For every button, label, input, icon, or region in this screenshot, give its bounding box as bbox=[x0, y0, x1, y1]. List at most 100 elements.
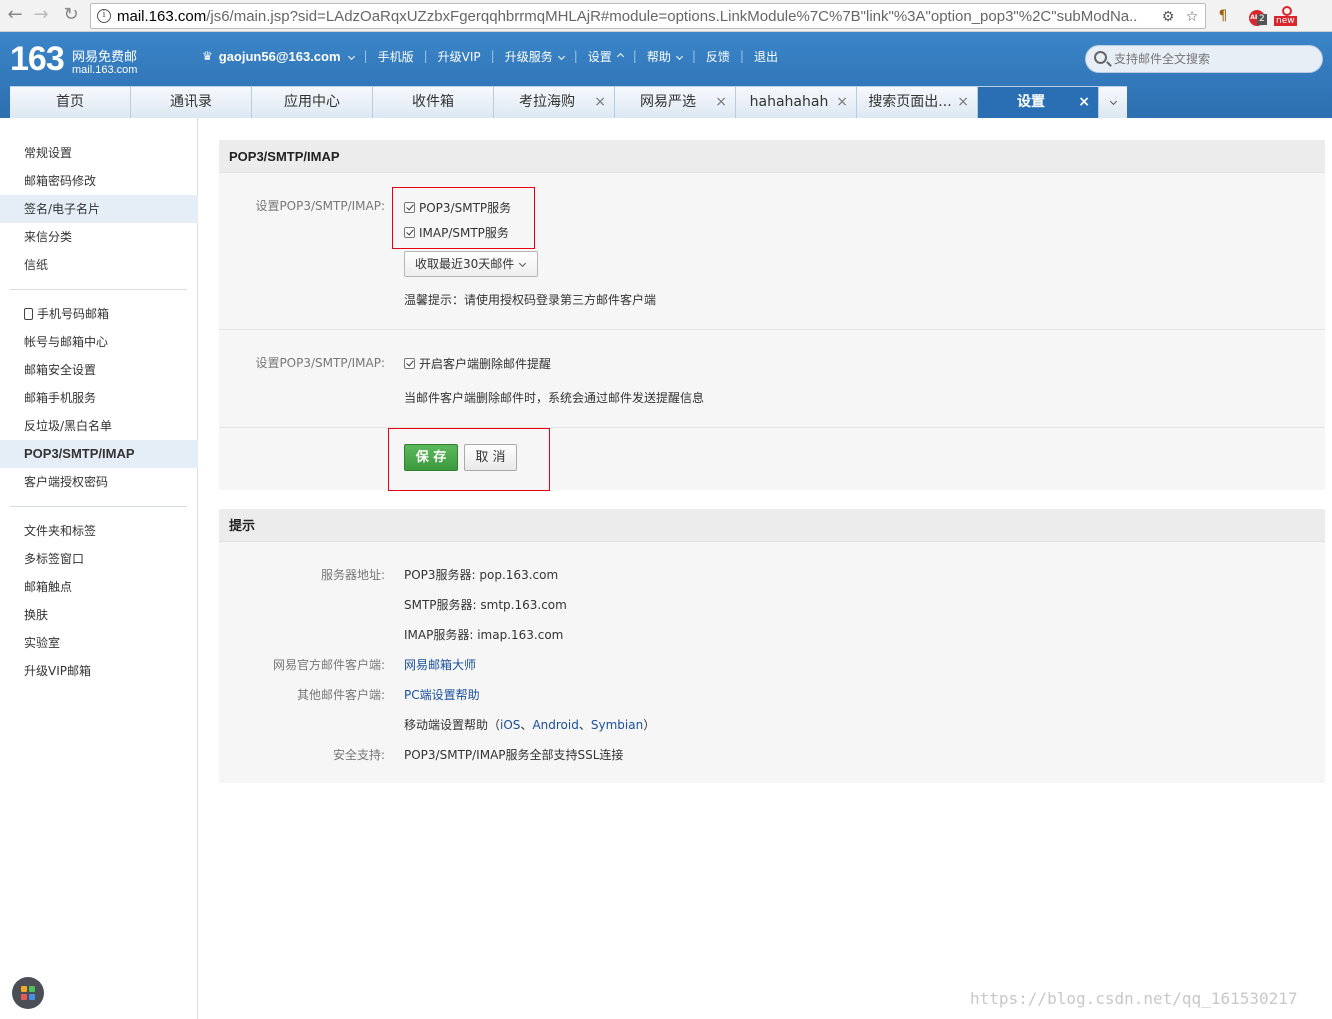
chevron-down-icon bbox=[1109, 97, 1117, 106]
settings-sidebar: 常规设置 邮箱密码修改 签名/电子名片 来信分类 信纸 手机号码邮箱 帐号与邮箱… bbox=[0, 118, 198, 1019]
sidebar-divider bbox=[10, 289, 187, 290]
pop3-server-value: POP3服务器: pop.163.com bbox=[404, 568, 559, 582]
logo-title: 网易免费邮 bbox=[72, 50, 138, 65]
symbian-link[interactable]: Symbian bbox=[591, 718, 643, 732]
chevron-down-icon bbox=[557, 52, 565, 60]
extension-blocked-icon[interactable]: ⚙ bbox=[1159, 8, 1177, 26]
pop3-setting-label-2: 设置POP3/SMTP/IMAP: bbox=[255, 356, 385, 370]
reload-icon[interactable]: ↻ bbox=[60, 4, 82, 26]
forward-icon[interactable]: → bbox=[30, 4, 52, 26]
watermark: https://blog.csdn.net/qq_161530217 bbox=[970, 989, 1298, 1008]
pop3-panel-title: POP3/SMTP/IMAP bbox=[219, 140, 1325, 173]
tab-contacts[interactable]: 通讯录 bbox=[131, 86, 252, 118]
close-icon[interactable]: × bbox=[594, 87, 606, 117]
official-client-label: 网易官方邮件客户端: bbox=[272, 658, 385, 672]
close-icon[interactable]: × bbox=[1078, 87, 1090, 117]
pc-setup-help-link[interactable]: PC端设置帮助 bbox=[404, 686, 480, 703]
delete-notify-option[interactable]: 开启客户端删除邮件提醒 bbox=[404, 355, 551, 372]
chevron-down-icon bbox=[347, 52, 355, 60]
nav-settings[interactable]: 设置 bbox=[588, 48, 612, 65]
logo-domain: mail.163.com bbox=[72, 64, 138, 76]
sidebar-item-password[interactable]: 邮箱密码修改 bbox=[0, 167, 198, 195]
sidebar-item-account-center[interactable]: 帐号与邮箱中心 bbox=[0, 328, 198, 356]
notification-extension-icon[interactable]: new bbox=[1274, 6, 1300, 26]
ios-link[interactable]: iOS bbox=[500, 718, 520, 732]
pop3-panel-body bbox=[219, 173, 1325, 490]
address-bar[interactable]: i mail.163.com/js6/main.jsp?sid=LAdzOaRq… bbox=[90, 3, 1206, 29]
close-icon[interactable]: × bbox=[957, 87, 969, 117]
tab-home[interactable]: 首页 bbox=[10, 86, 131, 118]
adblock-extension-icon[interactable]: ABP 2 bbox=[1245, 6, 1269, 26]
paragraph-extension-icon[interactable]: ¶ bbox=[1214, 6, 1232, 26]
search-input[interactable] bbox=[1112, 50, 1312, 68]
android-link[interactable]: Android bbox=[532, 718, 578, 732]
delete-notify-checkbox[interactable] bbox=[404, 358, 415, 369]
adblock-count-badge: 2 bbox=[1257, 14, 1267, 25]
highlight-box bbox=[388, 428, 550, 491]
sidebar-item-security[interactable]: 邮箱安全设置 bbox=[0, 356, 198, 384]
tab-app-center[interactable]: 应用中心 bbox=[252, 86, 373, 118]
chevron-down-icon bbox=[675, 52, 683, 60]
security-support-label: 安全支持: bbox=[332, 748, 385, 762]
phone-icon bbox=[24, 308, 33, 320]
search-icon bbox=[1094, 51, 1107, 64]
nav-help[interactable]: 帮助 bbox=[647, 48, 671, 65]
top-nav: ♛ gaojun56@163.com | 手机版 | 升级VIP | 升级服务 … bbox=[202, 48, 778, 64]
security-support-value: POP3/SMTP/IMAP服务全部支持SSL连接 bbox=[404, 748, 624, 762]
auth-code-tip: 温馨提示：请使用授权码登录第三方邮件客户端 bbox=[404, 293, 657, 307]
sidebar-divider bbox=[10, 506, 187, 507]
sidebar-item-multi-tab[interactable]: 多标签窗口 bbox=[0, 545, 198, 573]
app-grid-button[interactable] bbox=[12, 977, 44, 1009]
sidebar-item-general[interactable]: 常规设置 bbox=[0, 139, 198, 167]
official-client-link[interactable]: 网易邮箱大师 bbox=[404, 656, 476, 673]
close-icon[interactable]: × bbox=[836, 87, 848, 117]
sidebar-item-antispam[interactable]: 反垃圾/黑白名单 bbox=[0, 412, 198, 440]
sidebar-item-lab[interactable]: 实验室 bbox=[0, 629, 198, 657]
chevron-up-icon bbox=[616, 52, 624, 60]
sidebar-item-folders[interactable]: 文件夹和标签 bbox=[0, 517, 198, 545]
mail-search[interactable] bbox=[1085, 45, 1323, 73]
tab-kaola[interactable]: 考拉海购 × bbox=[494, 86, 615, 118]
sidebar-item-client-auth-code[interactable]: 客户端授权密码 bbox=[0, 468, 198, 496]
tab-search-result[interactable]: 搜索页面出... × bbox=[857, 86, 978, 118]
pop3-setting-label: 设置POP3/SMTP/IMAP: bbox=[255, 199, 385, 213]
nav-upgrade-service[interactable]: 升级服务 bbox=[505, 48, 553, 65]
sidebar-item-phone-mailbox[interactable]: 手机号码邮箱 bbox=[0, 300, 198, 328]
app-grid-icon-cell bbox=[29, 994, 35, 1000]
nav-upgrade-vip[interactable]: 升级VIP bbox=[438, 48, 481, 65]
sidebar-item-filters[interactable]: 来信分类 bbox=[0, 223, 198, 251]
chevron-down-icon bbox=[519, 259, 527, 268]
nav-mobile[interactable]: 手机版 bbox=[378, 48, 414, 65]
tab-yanxuan[interactable]: 网易严选 × bbox=[615, 86, 736, 118]
sidebar-item-stationery[interactable]: 信纸 bbox=[0, 251, 198, 279]
fetch-range-select[interactable]: 收取最近30天邮件 bbox=[404, 251, 538, 277]
url-text[interactable]: mail.163.com/js6/main.jsp?sid=LAdzOaRqxU… bbox=[117, 8, 1137, 25]
tab-more-button[interactable] bbox=[1099, 86, 1127, 118]
server-address-label: 服务器地址: bbox=[320, 568, 385, 582]
tab-hahahahah[interactable]: hahahahah × bbox=[736, 86, 857, 118]
other-client-label: 其他邮件客户端: bbox=[296, 688, 385, 702]
site-info-icon[interactable]: i bbox=[97, 9, 111, 23]
sidebar-item-signature[interactable]: 签名/电子名片 bbox=[0, 195, 198, 223]
back-icon[interactable]: ← bbox=[4, 4, 26, 26]
nav-logout[interactable]: 退出 bbox=[754, 48, 778, 65]
tab-bar: 首页 通讯录 应用中心 收件箱 考拉海购 × 网易严选 × hahahahah × 搜… bbox=[10, 86, 1127, 118]
close-icon[interactable]: × bbox=[715, 87, 727, 117]
sidebar-item-touchpoint[interactable]: 邮箱触点 bbox=[0, 573, 198, 601]
sidebar-item-pop3[interactable]: POP3/SMTP/IMAP bbox=[0, 440, 198, 468]
sidebar-item-mobile-service[interactable]: 邮箱手机服务 bbox=[0, 384, 198, 412]
bookmark-star-icon[interactable]: ☆ bbox=[1183, 8, 1201, 26]
logo-number: 163 bbox=[10, 40, 65, 78]
app-grid-icon-cell bbox=[29, 986, 35, 992]
row-divider bbox=[219, 329, 1325, 330]
sidebar-item-upgrade-vip[interactable]: 升级VIP邮箱 bbox=[0, 657, 198, 685]
user-account-menu[interactable]: gaojun56@163.com bbox=[219, 49, 341, 64]
tab-inbox[interactable]: 收件箱 bbox=[373, 86, 494, 118]
highlight-box bbox=[392, 187, 535, 249]
imap-server-value: IMAP服务器: imap.163.com bbox=[404, 628, 564, 642]
mobile-setup-help: 移动端设置帮助（iOS、Android、Symbian） bbox=[404, 718, 656, 732]
sidebar-item-skin[interactable]: 换肤 bbox=[0, 601, 198, 629]
tab-settings[interactable]: 设置 × bbox=[978, 86, 1099, 118]
smtp-server-value: SMTP服务器: smtp.163.com bbox=[404, 598, 567, 612]
nav-feedback[interactable]: 反馈 bbox=[706, 48, 730, 65]
